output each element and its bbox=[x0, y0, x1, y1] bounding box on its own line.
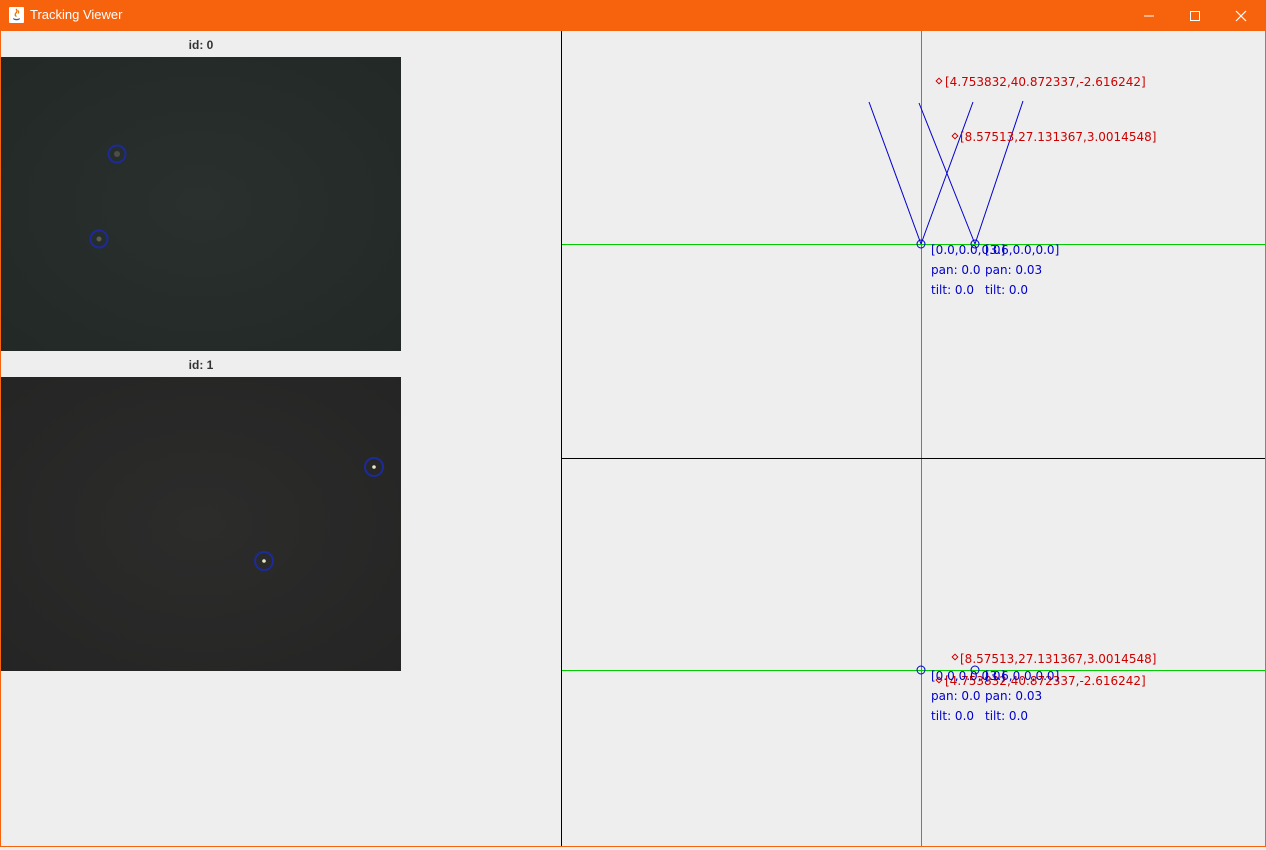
minimize-button[interactable] bbox=[1126, 0, 1172, 31]
tracked-point-label: [8.57513,27.131367,3.0014548] bbox=[960, 652, 1156, 666]
camera-a-tilt: tilt: 0.0 bbox=[931, 283, 974, 297]
camera-a-pan: pan: 0.0 bbox=[931, 263, 981, 277]
camera-a-pan: pan: 0.0 bbox=[931, 689, 981, 703]
camera-0-label: id: 0 bbox=[188, 38, 214, 52]
minimize-icon bbox=[1144, 15, 1154, 17]
top-view: [4.753832,40.872337,-2.616242] [8.57513,… bbox=[562, 31, 1265, 458]
camera-b-tilt: tilt: 0.0 bbox=[985, 283, 1028, 297]
camera-a-tilt: tilt: 0.0 bbox=[931, 709, 974, 723]
close-button[interactable] bbox=[1218, 0, 1264, 31]
close-icon bbox=[1235, 10, 1247, 22]
bottom-view: [8.57513,27.131367,3.0014548] [4.753832,… bbox=[562, 459, 1265, 846]
maximize-icon bbox=[1190, 11, 1200, 21]
maximize-button[interactable] bbox=[1172, 0, 1218, 31]
tracked-point: [8.57513,27.131367,3.0014548] bbox=[951, 130, 1156, 144]
camera-b-position: [3.6,0.0,0.0] bbox=[985, 243, 1059, 257]
camera-b-pan: pan: 0.03 bbox=[985, 689, 1042, 703]
tracking-map: [4.753832,40.872337,-2.616242] [8.57513,… bbox=[562, 31, 1265, 846]
tracked-point-label: [8.57513,27.131367,3.0014548] bbox=[960, 130, 1156, 144]
camera-1-label: id: 1 bbox=[188, 358, 214, 372]
window-title: Tracking Viewer bbox=[30, 7, 123, 22]
tracked-point: [4.753832,40.872337,-2.616242] bbox=[935, 75, 1146, 89]
camera-b-fov bbox=[918, 100, 1024, 245]
camera-b-pan: pan: 0.03 bbox=[985, 263, 1042, 277]
camera-panel: id: 0 id: 1 bbox=[1, 31, 561, 846]
tracked-point: [8.57513,27.131367,3.0014548] bbox=[951, 652, 1156, 666]
tracked-point-label: [4.753832,40.872337,-2.616242] bbox=[945, 75, 1146, 89]
camera-0-feed bbox=[1, 57, 401, 351]
camera-b-tilt: tilt: 0.0 bbox=[985, 709, 1028, 723]
java-app-icon bbox=[9, 7, 24, 23]
camera-1-feed bbox=[1, 377, 401, 671]
camera-b-position: [3.6,0.0,0.0] bbox=[985, 669, 1059, 683]
title-bar[interactable]: Tracking Viewer bbox=[0, 0, 1266, 31]
